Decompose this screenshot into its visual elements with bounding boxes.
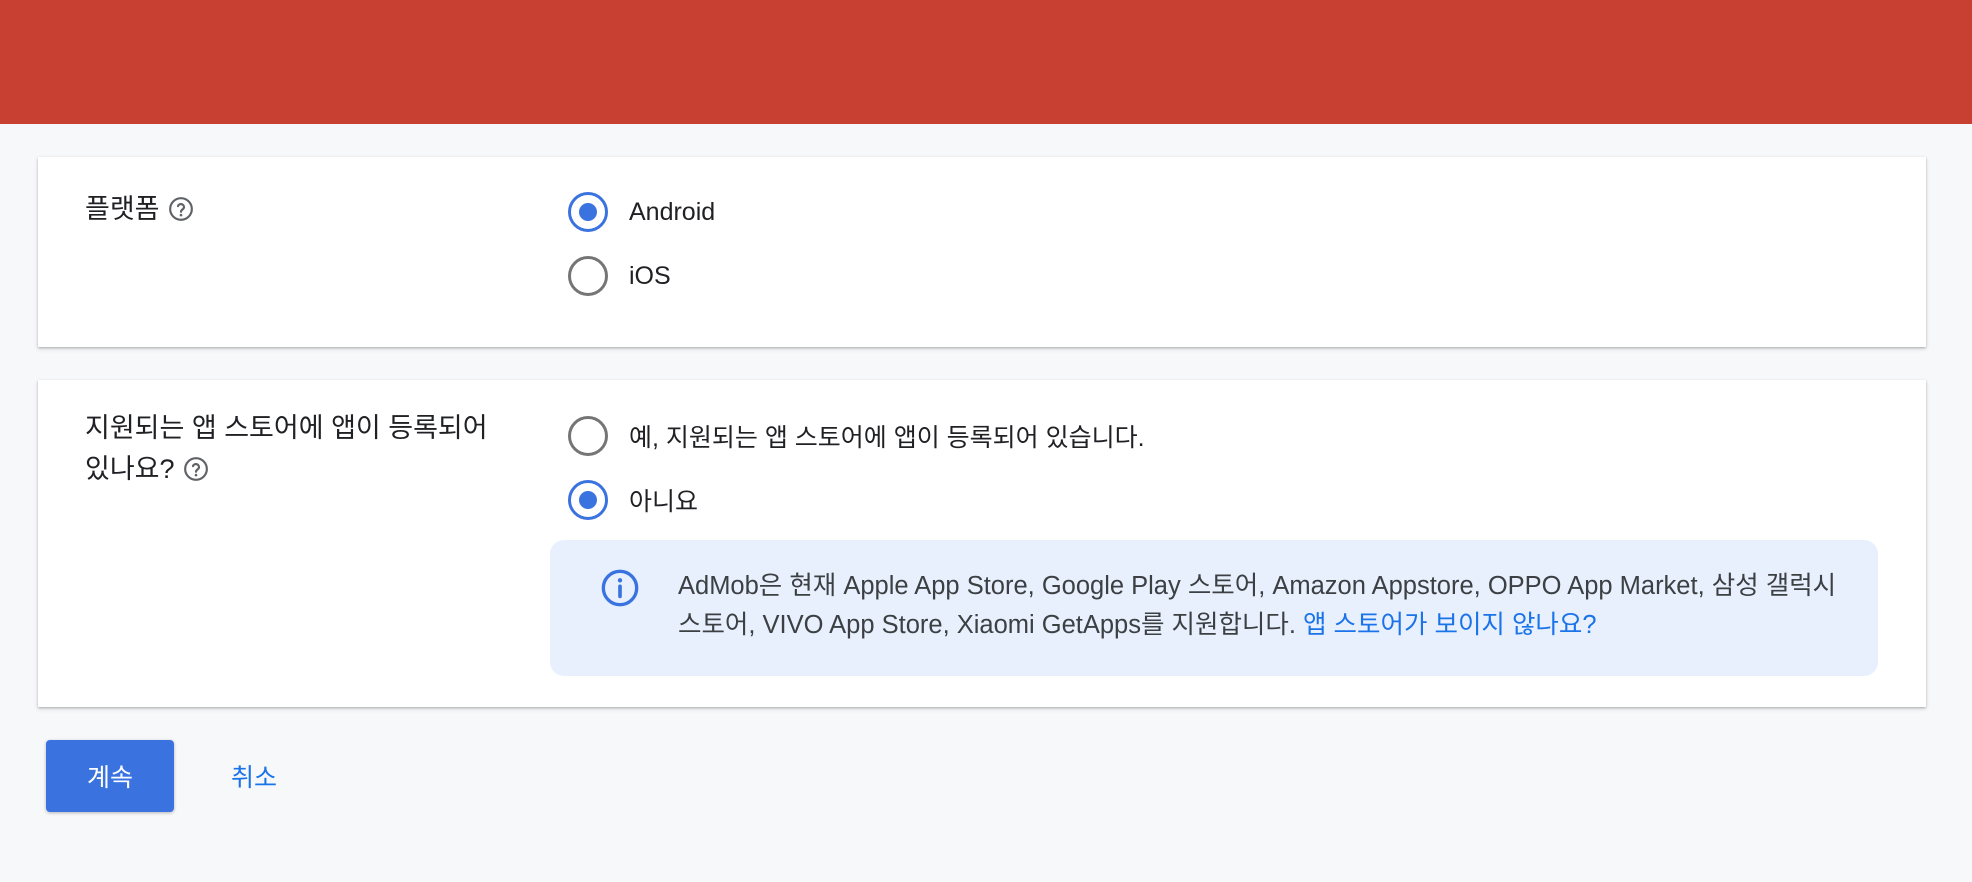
platform-card: 플랫폼 Android iOS — [38, 157, 1926, 347]
info-icon — [601, 569, 639, 607]
ios-label: iOS — [629, 261, 671, 290]
ios-radio[interactable] — [568, 256, 608, 296]
yes-radio[interactable] — [568, 416, 608, 456]
store-label-row: 지원되는 앱 스토어에 앱이 등록되어 있나요? — [85, 408, 515, 490]
missing-store-link[interactable]: 앱 스토어가 보이지 않나요? — [1303, 611, 1597, 639]
supported-stores-info-box: AdMob은 현재 Apple App Store, Google Play 스… — [550, 540, 1878, 676]
store-label: 지원되는 앱 스토어에 앱이 등록되어 있나요? — [85, 413, 488, 484]
no-label: 아니요 — [629, 488, 699, 516]
store-option-no[interactable]: 아니요 — [568, 478, 698, 522]
android-radio[interactable] — [568, 192, 608, 232]
continue-button[interactable]: 계속 — [46, 740, 174, 812]
platform-option-android[interactable]: Android — [568, 190, 715, 234]
platform-label-row: 플랫폼 — [85, 189, 194, 230]
help-circle-icon[interactable] — [183, 456, 209, 482]
app-store-card: 지원되는 앱 스토어에 앱이 등록되어 있나요? 예, 지원되는 앱 스토어에 … — [38, 380, 1926, 707]
android-label: Android — [629, 197, 716, 226]
info-message: AdMob은 현재 Apple App Store, Google Play 스… — [678, 572, 1837, 639]
platform-option-ios[interactable]: iOS — [568, 254, 671, 298]
platform-label: 플랫폼 — [85, 194, 160, 224]
info-text: AdMob은 현재 Apple App Store, Google Play 스… — [678, 567, 1848, 645]
header-bar — [0, 0, 1972, 124]
help-circle-icon[interactable] — [168, 196, 194, 222]
store-option-yes[interactable]: 예, 지원되는 앱 스토어에 앱이 등록되어 있습니다. — [568, 414, 1145, 458]
cancel-button[interactable]: 취소 — [210, 740, 298, 812]
yes-label: 예, 지원되는 앱 스토어에 앱이 등록되어 있습니다. — [629, 424, 1145, 452]
no-radio[interactable] — [568, 480, 608, 520]
